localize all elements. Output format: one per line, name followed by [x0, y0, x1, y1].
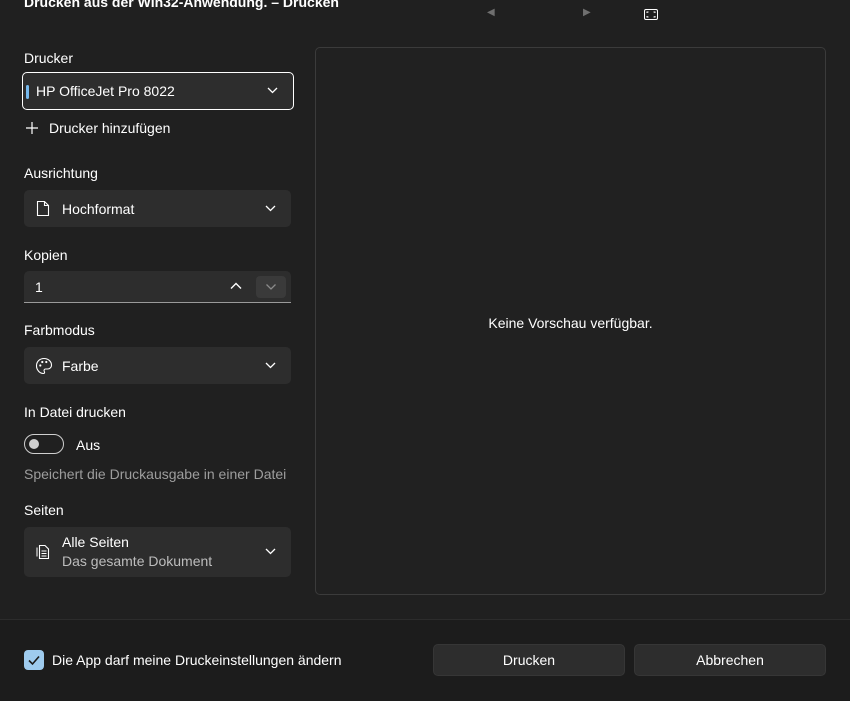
previous-page-icon[interactable]: ◀ [487, 7, 495, 18]
allow-app-settings-label[interactable]: Die App darf meine Druckeinstellungen än… [52, 652, 342, 668]
add-printer-label: Drucker hinzufügen [49, 120, 171, 136]
chevron-down-icon [265, 362, 276, 368]
color-mode-select[interactable]: Farbe [24, 347, 291, 384]
palette-icon [35, 357, 53, 374]
orientation-label: Ausrichtung [24, 165, 98, 181]
pages-label: Seiten [24, 502, 64, 518]
document-icon [36, 200, 50, 217]
checkmark-icon [28, 655, 40, 666]
window-title: Drucken aus der Win32-Anwendung. – Druck… [24, 0, 339, 10]
copies-value[interactable]: 1 [35, 279, 43, 295]
orientation-select-value: Hochformat [62, 200, 135, 217]
allow-app-settings-checkbox[interactable] [24, 650, 44, 670]
toggle-state-label: Aus [76, 437, 101, 453]
fit-to-window-icon[interactable] [644, 9, 658, 20]
focus-accent [26, 85, 29, 99]
decrement-button[interactable] [256, 276, 286, 298]
print-preview-pane: Keine Vorschau verfügbar. [315, 47, 826, 595]
pages-select-description: Das gesamte Dokument [62, 553, 213, 569]
orientation-select[interactable]: Hochformat [24, 190, 291, 227]
pages-select[interactable]: Alle Seiten Das gesamte Dokument [24, 527, 291, 577]
print-button[interactable]: Drucken [433, 644, 625, 676]
next-page-icon[interactable]: ▶ [583, 7, 591, 18]
pages-icon [36, 544, 50, 560]
plus-icon [26, 122, 38, 134]
print-to-file-helper: Speichert die Druckausgabe in einer Date… [24, 466, 287, 482]
chevron-up-icon[interactable] [227, 277, 245, 295]
preview-message: Keine Vorschau verfügbar. [488, 315, 653, 331]
chevron-down-icon [265, 205, 276, 211]
printer-select[interactable]: HP OfficeJet Pro 8022 [22, 72, 294, 110]
copies-label: Kopien [24, 247, 68, 263]
pages-select-value: Alle Seiten [62, 534, 129, 550]
color-mode-select-value: Farbe [62, 357, 99, 374]
printer-select-value: HP OfficeJet Pro 8022 [36, 83, 175, 99]
chevron-down-icon [265, 548, 276, 555]
printer-label: Drucker [24, 50, 74, 66]
color-mode-label: Farbmodus [24, 322, 95, 338]
print-to-file-toggle[interactable] [24, 434, 64, 454]
copies-stepper[interactable]: 1 [24, 271, 291, 303]
print-to-file-label: In Datei drucken [24, 404, 126, 420]
chevron-down-icon [266, 284, 276, 290]
chevron-down-icon [267, 87, 278, 94]
add-printer-button[interactable]: Drucker hinzufügen [24, 120, 170, 136]
cancel-button[interactable]: Abbrechen [634, 644, 826, 676]
toggle-knob [29, 439, 39, 449]
